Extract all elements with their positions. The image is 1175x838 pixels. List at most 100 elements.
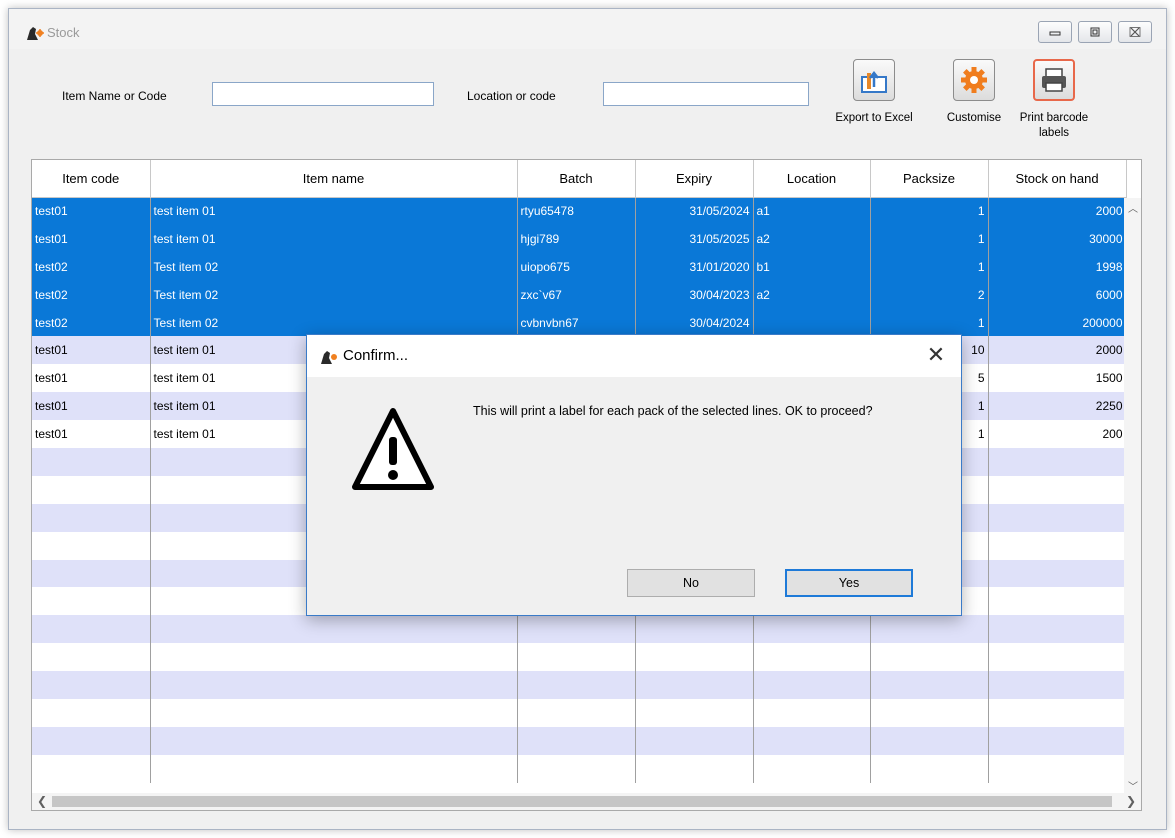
location-input[interactable] (603, 82, 809, 106)
table-row[interactable] (32, 699, 1127, 727)
table-cell-name (150, 699, 518, 727)
table-cell-expiry: 30/04/2024 (635, 308, 754, 337)
table-cell-code: test01 (32, 224, 151, 253)
table-row[interactable]: test01 test item 01 hjgi789 31/05/2025 a2 1 30… (32, 224, 1127, 253)
no-button[interactable]: No (627, 569, 755, 597)
table-row[interactable] (32, 643, 1127, 672)
table-cell-batch (517, 671, 636, 700)
dialog-title: Confirm... (343, 347, 409, 364)
table-cell-expiry (635, 615, 754, 644)
table-cell-packsize: 1 (870, 224, 989, 253)
export-label: Export to Excel (835, 112, 913, 124)
table-cell-expiry (635, 754, 754, 783)
table-cell-code (32, 754, 151, 783)
table-cell-soh: 200000 (988, 308, 1127, 337)
table-cell-soh: 200 (988, 420, 1127, 449)
print-label-line-2: labels (1038, 127, 1070, 139)
table-cell-location (753, 643, 871, 672)
table-cell-location: b1 (753, 252, 871, 281)
column-header[interactable]: Batch (517, 160, 636, 198)
table-cell-code (32, 671, 151, 700)
table-cell-batch: zxc`v67 (517, 280, 636, 309)
horizontal-scrollbar[interactable]: ❮ ❯ (32, 793, 1141, 810)
table-cell-code: test02 (32, 280, 151, 309)
table-cell-location: a1 (753, 197, 871, 225)
vertical-scrollbar[interactable]: ︿ ﹀ (1124, 198, 1141, 795)
table-row[interactable] (32, 754, 1127, 783)
table-cell-expiry: 31/01/2020 (635, 252, 754, 281)
table-cell-soh (988, 671, 1127, 700)
table-row[interactable]: test01 test item 01 rtyu65478 31/05/2024 a1 1… (32, 197, 1127, 225)
export-to-excel-button[interactable]: Export to Excel (815, 59, 933, 163)
table-cell-code (32, 531, 151, 560)
minimize-button[interactable] (1038, 21, 1072, 43)
table-cell-name: Test item 02 (150, 280, 518, 309)
table-row[interactable] (32, 726, 1127, 755)
printer-shape-icon (1042, 68, 1066, 92)
table-cell-packsize (870, 754, 989, 783)
table-row[interactable]: test02 Test item 02 zxc`v67 30/04/2023 a2 2 60… (32, 280, 1127, 309)
table-cell-location: a2 (753, 224, 871, 253)
table-row[interactable] (32, 671, 1127, 700)
close-window-button[interactable] (1118, 21, 1152, 43)
dialog-title-bar: Confirm... ✕ (307, 335, 961, 377)
column-header[interactable]: Expiry (635, 160, 754, 198)
column-header[interactable]: Item name (150, 160, 518, 198)
app-logo-icon (27, 27, 44, 40)
table-header-row: Item code Item name Batch Expiry Locatio… (32, 160, 1127, 198)
table-cell-batch (517, 754, 636, 783)
table-cell-soh: 1500 (988, 364, 1127, 393)
app-logo-icon (321, 351, 337, 364)
table-cell-soh (988, 559, 1127, 588)
horizontal-scroll-thumb[interactable] (52, 796, 1112, 807)
scroll-up-icon[interactable]: ︿ (1128, 200, 1138, 215)
item-name-input[interactable] (212, 82, 434, 106)
table-cell-name: Test item 02 (150, 308, 518, 337)
table-cell-location (753, 726, 871, 755)
table-cell-packsize (870, 671, 989, 700)
window-controls (1038, 21, 1152, 43)
table-cell-code: test01 (32, 197, 151, 225)
maximize-icon (1090, 27, 1100, 37)
print-barcode-labels-button[interactable]: Print barcode labels (1012, 59, 1096, 163)
table-cell-name: test item 01 (150, 197, 518, 225)
window-title: Stock (47, 25, 80, 40)
table-cell-expiry: 31/05/2025 (635, 224, 754, 253)
table-cell-batch (517, 699, 636, 727)
table-cell-location (753, 699, 871, 727)
table-row[interactable]: test02 Test item 02 uiopo675 31/01/2020 b1 1 1… (32, 252, 1127, 281)
table-cell-batch (517, 615, 636, 644)
table-cell-code (32, 643, 151, 672)
export-arrow-icon (861, 70, 887, 93)
table-cell-expiry (635, 699, 754, 727)
table-cell-expiry: 31/05/2024 (635, 197, 754, 225)
table-cell-packsize (870, 726, 989, 755)
table-cell-location: a2 (753, 280, 871, 309)
table-row[interactable]: test02 Test item 02 cvbnvbn67 30/04/2024 1 20… (32, 308, 1127, 337)
table-cell-soh (988, 726, 1127, 755)
table-cell-soh (988, 699, 1127, 727)
table-cell-code: test02 (32, 252, 151, 281)
table-cell-code (32, 559, 151, 588)
table-cell-expiry (635, 643, 754, 672)
table-cell-soh: 6000 (988, 280, 1127, 309)
customise-button[interactable]: Customise (932, 59, 1016, 163)
yes-button[interactable]: Yes (785, 569, 913, 597)
table-row[interactable] (32, 615, 1127, 644)
column-header[interactable]: Stock on hand (988, 160, 1127, 198)
printer-icon (1033, 59, 1075, 101)
scroll-down-icon[interactable]: ﹀ (1128, 778, 1138, 793)
dialog-close-icon[interactable]: ✕ (925, 344, 947, 366)
column-header[interactable]: Location (753, 160, 871, 198)
maximize-button[interactable] (1078, 21, 1112, 43)
table-cell-soh: 2000 (988, 336, 1127, 365)
column-header[interactable]: Item code (32, 160, 151, 198)
table-cell-soh (988, 448, 1127, 476)
confirm-dialog: Confirm... ✕ This will print a label for… (306, 334, 962, 616)
column-header[interactable]: Packsize (870, 160, 989, 198)
scroll-left-icon[interactable]: ❮ (37, 794, 47, 808)
table-cell-code (32, 587, 151, 616)
table-cell-location (753, 671, 871, 700)
table-cell-packsize: 1 (870, 197, 989, 225)
scroll-right-icon[interactable]: ❯ (1126, 794, 1136, 808)
